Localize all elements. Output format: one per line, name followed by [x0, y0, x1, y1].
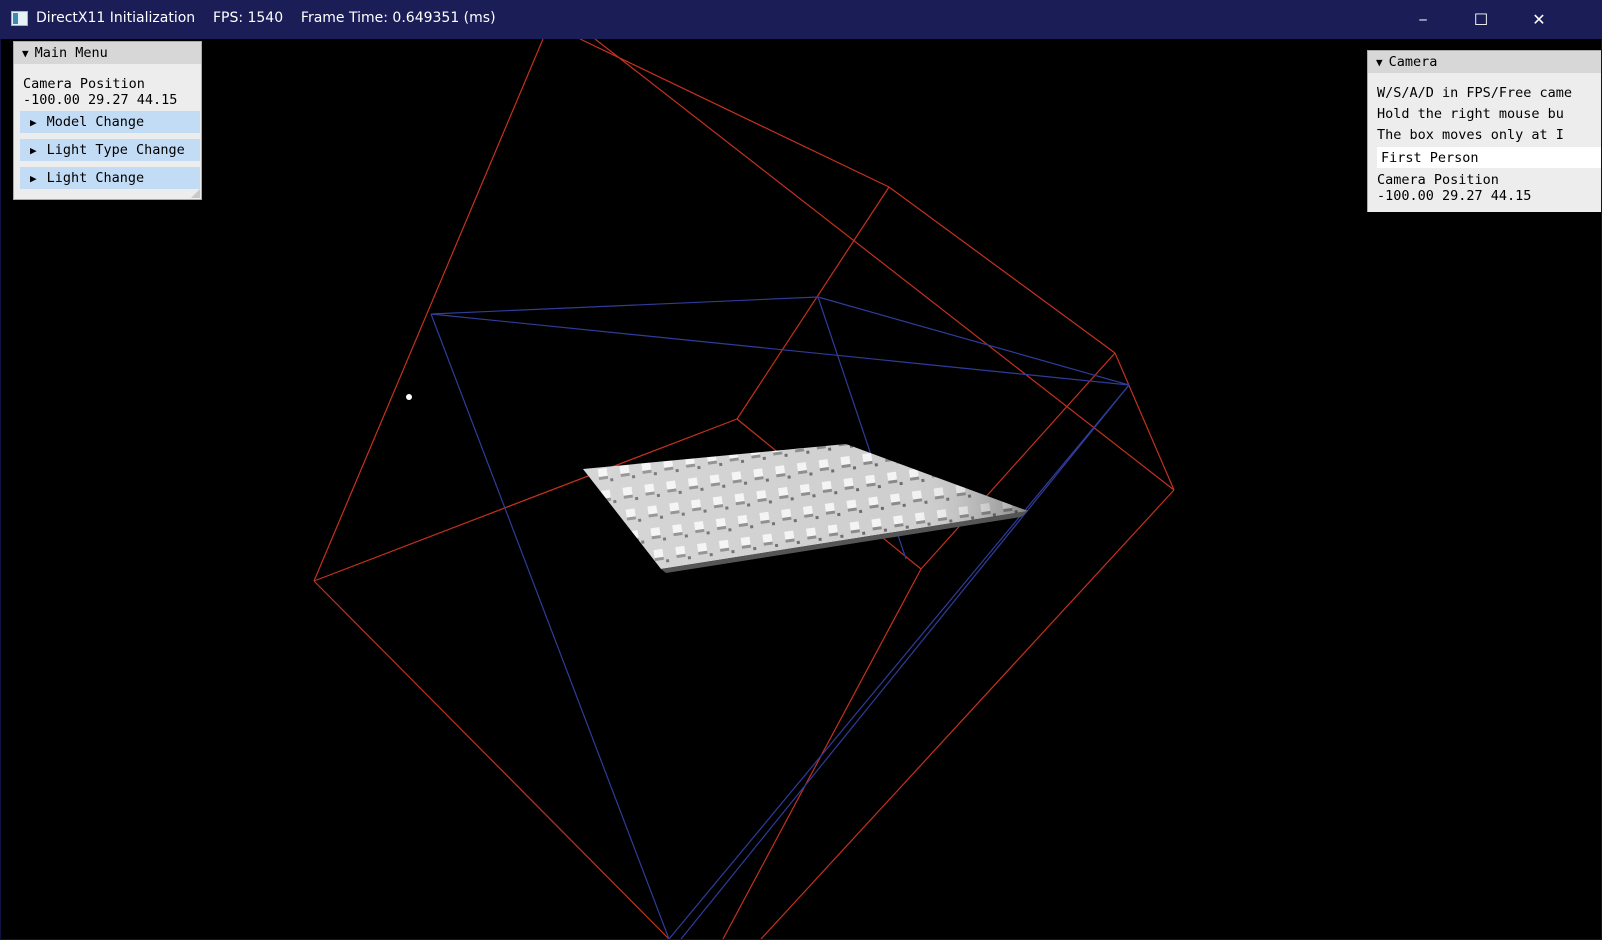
triangle-right-icon: ▶	[30, 115, 37, 129]
tree-node-light-change[interactable]: ▶ Light Change	[20, 167, 200, 189]
window-title: DirectX11 Initialization FPS: 1540 Frame…	[36, 10, 496, 26]
minimize-button[interactable]: ─	[1394, 0, 1452, 39]
close-button[interactable]: ✕	[1510, 0, 1568, 39]
blue-frustum-wireframe	[430, 296, 1130, 939]
camera-mode-value: First Person	[1381, 149, 1479, 166]
resize-grip[interactable]	[191, 189, 200, 198]
minimize-icon: ─	[1419, 12, 1427, 27]
help-line: W/S/A/D in FPS/Free came	[1377, 85, 1573, 101]
terrain-grid-model	[583, 444, 1028, 573]
tree-node-label: Light Change	[46, 170, 145, 186]
camera-panel[interactable]: ▼ Camera W/S/A/D in FPS/Free came Hold t…	[1367, 50, 1601, 212]
main-menu-panel[interactable]: ▼ Main Menu Camera Position -100.00 29.2…	[13, 41, 202, 200]
tree-node-label: Light Type Change	[46, 142, 185, 158]
camera-mode-select[interactable]: First Person	[1377, 147, 1601, 168]
tree-node-light-type-change[interactable]: ▶ Light Type Change	[20, 139, 200, 161]
title-bar[interactable]: DirectX11 Initialization FPS: 1540 Frame…	[0, 0, 1602, 39]
camera-title-bar[interactable]: ▼ Camera	[1368, 51, 1601, 73]
camera-position-label: Camera Position	[23, 76, 145, 92]
help-line: The box moves only at I	[1377, 127, 1564, 143]
3d-scene	[313, 39, 1175, 939]
main-menu-title-bar[interactable]: ▼ Main Menu	[14, 42, 201, 64]
triangle-down-icon[interactable]: ▼	[22, 47, 29, 60]
maximize-icon: ☐	[1473, 10, 1489, 29]
triangle-right-icon: ▶	[30, 143, 37, 157]
camera-position-value: -100.00 29.27 44.15	[23, 92, 178, 108]
camera-position-label: Camera Position	[1377, 172, 1499, 188]
tree-node-model-change[interactable]: ▶ Model Change	[20, 111, 200, 133]
camera-position-value: -100.00 29.27 44.15	[1377, 188, 1532, 204]
mouse-cursor-dot	[406, 394, 412, 400]
maximize-button[interactable]: ☐	[1452, 0, 1510, 39]
help-line: Hold the right mouse bu	[1377, 106, 1564, 122]
main-menu-title: Main Menu	[34, 45, 108, 61]
triangle-right-icon: ▶	[30, 171, 37, 185]
app-window-icon	[11, 11, 28, 26]
close-icon: ✕	[1532, 10, 1546, 29]
triangle-down-icon[interactable]: ▼	[1376, 56, 1383, 69]
tree-node-label: Model Change	[46, 114, 145, 130]
camera-title: Camera	[1388, 54, 1438, 70]
render-viewport[interactable]: ▼ Main Menu Camera Position -100.00 29.2…	[1, 39, 1601, 939]
